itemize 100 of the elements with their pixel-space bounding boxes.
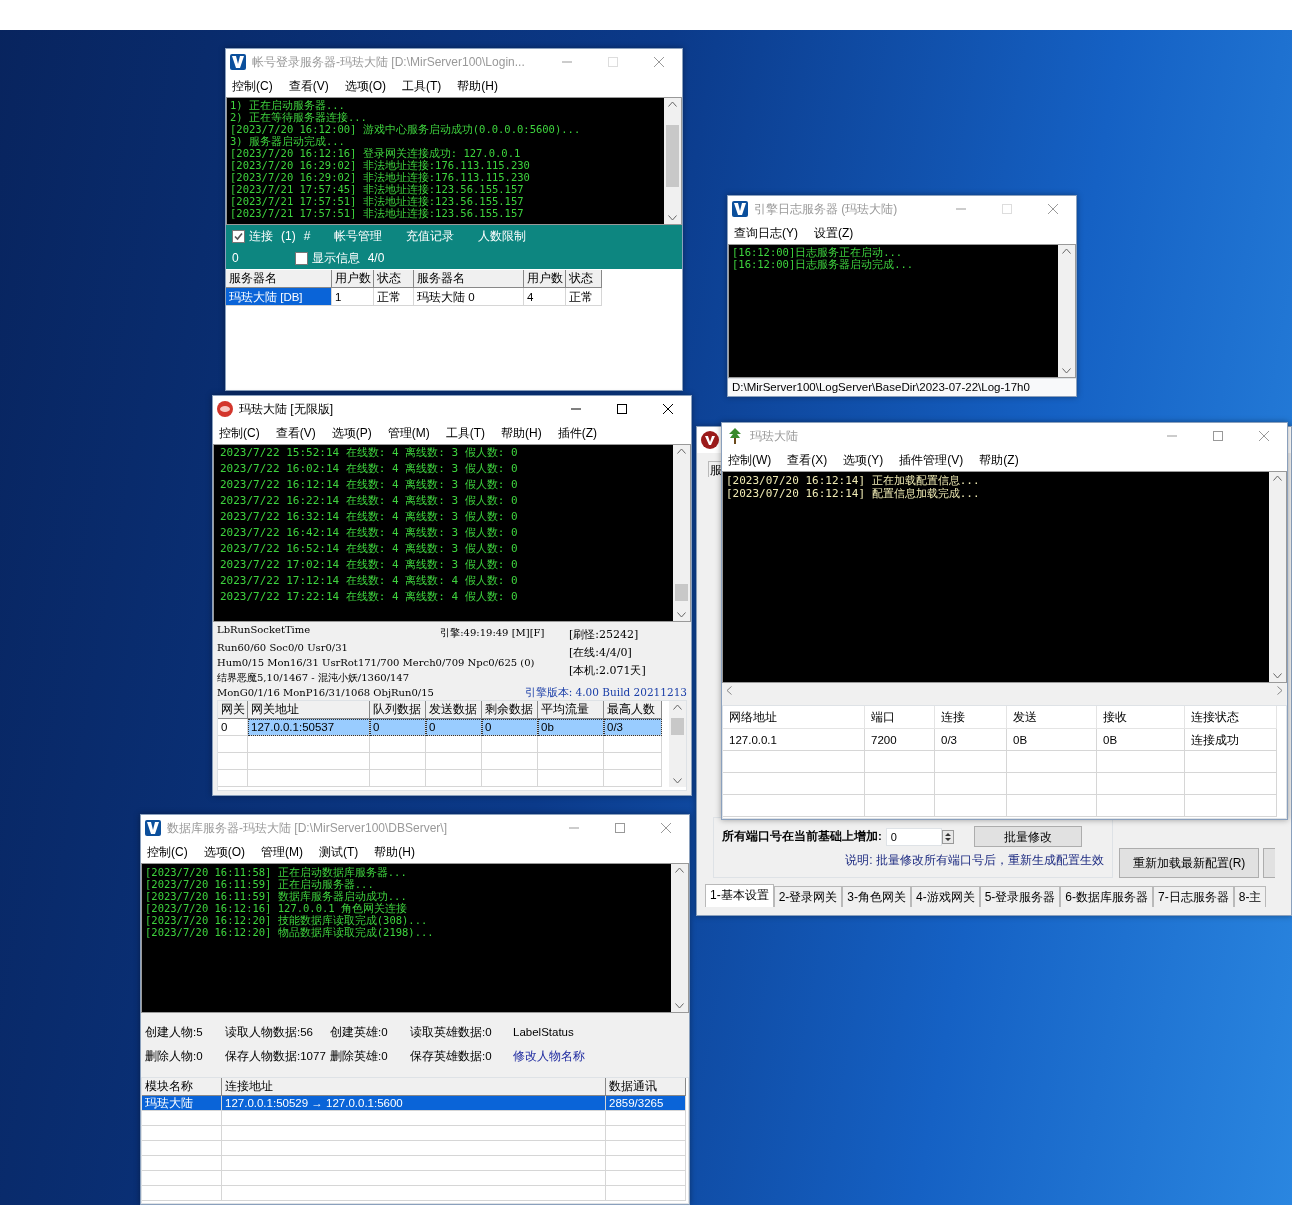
empty-table-cell [370, 753, 426, 770]
menu-item[interactable]: 帮助(H) [501, 424, 542, 442]
panel-link[interactable]: 人数限制 [478, 227, 527, 245]
empty-table-cell [604, 753, 662, 770]
menu-item[interactable]: 查询日志(Y) [734, 224, 798, 242]
scrollbar-thumb[interactable] [671, 718, 684, 735]
table-row[interactable]: 0 127.0.0.1:50537 0 0 0 0b 0/3 [218, 719, 669, 736]
tab[interactable]: 服 [708, 461, 722, 477]
menu-item[interactable]: 管理(M) [261, 843, 303, 861]
menu-item[interactable]: 查看(V) [275, 424, 316, 442]
column-header[interactable]: 端口 [865, 706, 935, 729]
horizontal-scrollbar[interactable] [722, 683, 1287, 697]
scrollbar-thumb[interactable] [666, 125, 679, 187]
tab[interactable]: 3-角色网关 [842, 886, 911, 907]
rename-link[interactable]: 修改人物名称 [513, 1048, 613, 1066]
column-header[interactable]: 平均流量 [538, 701, 604, 719]
menu-item[interactable]: 帮助(H) [374, 843, 415, 861]
column-header[interactable]: 连接状态 [1185, 706, 1277, 729]
button[interactable] [1263, 848, 1275, 878]
stat-label: 保存人物数据:1077 [225, 1049, 327, 1065]
column-header[interactable]: 最高人数 [604, 701, 662, 719]
tab[interactable]: 5-登录服务器 [979, 886, 1061, 907]
column-header[interactable]: 剩余数据 [482, 701, 538, 719]
panel-link[interactable]: 充值记录 [406, 227, 455, 245]
menu-item[interactable]: 查看(V) [288, 77, 329, 95]
column-header[interactable]: 发送 [1007, 706, 1097, 729]
tab[interactable]: 2-登录网关 [773, 886, 843, 907]
menu-item[interactable]: 控制(C) [232, 77, 273, 95]
log-line: 2023/7/22 16:22:14 在线数: 4 离线数: 3 假人数: 0 [220, 493, 519, 509]
log-line: [2023/7/20 16:11:58] 正在启动数据库服务器... [145, 866, 408, 878]
table-cell: 0B [1007, 729, 1097, 751]
empty-table-cell [538, 770, 604, 787]
column-header[interactable]: 网关 [218, 701, 248, 719]
close-icon [661, 823, 671, 833]
empty-table-cell [865, 773, 935, 795]
checkbox-label: 显示信息 [311, 250, 360, 267]
log-line: 2023/7/22 17:22:14 在线数: 4 离线数: 4 假人数: 0 [220, 589, 519, 605]
ratio-value: 4/0 [367, 250, 385, 267]
batch-modify-button[interactable]: 批量修改 [973, 826, 1082, 847]
tab[interactable]: 1-基本设置 [705, 884, 774, 907]
menu-item[interactable]: 设置(Z) [814, 224, 854, 242]
tab[interactable]: 6-数据库服务器 [1060, 886, 1154, 907]
column-header[interactable]: 队列数据 [370, 701, 426, 719]
note-text: 说明: 批量修改所有端口号后，重新生成配置生效 [844, 852, 1104, 869]
checkbox[interactable] [232, 229, 245, 243]
empty-table-cell [865, 751, 935, 773]
tab[interactable]: 4-游戏网关 [911, 886, 980, 907]
table-row[interactable]: 玛珐大陆 127.0.0.1:50529 → 127.0.0.1:5600 2859/3265 [142, 1096, 688, 1111]
column-header[interactable]: 连接地址 [222, 1078, 606, 1096]
connection-count: (1) [281, 228, 296, 245]
column-header[interactable]: 状态 [374, 270, 414, 288]
menu-item[interactable]: 插件(Z) [557, 424, 597, 442]
show-info-checkbox[interactable]: 显示信息 [294, 249, 360, 267]
column-header[interactable]: 发送数据 [426, 701, 482, 719]
circle-logo-icon [217, 401, 233, 417]
table-cell: 127.0.0.1 [723, 729, 865, 751]
menu-item[interactable]: 控制(C) [147, 843, 188, 861]
tab[interactable]: 7-日志服务器 [1153, 886, 1234, 907]
tab[interactable]: 8-主 [1233, 886, 1267, 907]
table-cell: 正常 [566, 288, 602, 306]
panel-link[interactable]: 帐号管理 [334, 227, 383, 245]
table-cell: 0b [538, 719, 604, 736]
menu-item[interactable]: 帮助(Z) [979, 451, 1019, 469]
menu-item[interactable]: 选项(Y) [843, 451, 884, 469]
log-line: [2023/7/20 16:11:59] 正在启动服务器... [145, 878, 375, 890]
column-header[interactable]: 服务器名 [414, 270, 524, 288]
column-header[interactable]: 数据通讯 [606, 1078, 686, 1096]
number-field[interactable]: 0 [885, 827, 942, 846]
scrollbar-thumb[interactable] [675, 584, 688, 601]
menu-item[interactable]: 测试(T) [319, 843, 359, 861]
menu-item[interactable]: 选项(P) [331, 424, 372, 442]
column-header[interactable]: 接收 [1097, 706, 1185, 729]
vertical-scrollbar[interactable] [669, 701, 686, 787]
column-header[interactable]: 连接 [935, 706, 1007, 729]
menu-item[interactable]: 查看(X) [787, 451, 828, 469]
menu-item[interactable]: 工具(T) [445, 424, 485, 442]
empty-table-cell [370, 770, 426, 787]
menu-item[interactable]: 帮助(H) [457, 77, 498, 95]
menu-item[interactable]: 控制(W) [728, 451, 772, 469]
column-header[interactable]: 状态 [566, 270, 602, 288]
menu-item[interactable]: 工具(T) [402, 77, 442, 95]
menu-item[interactable]: 控制(C) [219, 424, 260, 442]
menu-item[interactable]: 管理(M) [387, 424, 430, 442]
column-header[interactable]: 用户数 [524, 270, 566, 288]
column-header[interactable]: 网络地址 [723, 706, 865, 729]
empty-table-cell [935, 795, 1007, 817]
hash-label: # [303, 228, 311, 245]
checkbox[interactable] [294, 251, 308, 265]
table-row[interactable]: 127.0.0.1 7200 0/3 0B 0B 连接成功 [723, 729, 1286, 751]
menu-item[interactable]: 选项(O) [203, 843, 245, 861]
reload-config-button[interactable]: 重新加载最新配置(R) [1119, 848, 1259, 878]
menu-item[interactable]: 选项(O) [344, 77, 386, 95]
column-header[interactable]: 模块名称 [142, 1078, 222, 1096]
empty-table-cell [426, 770, 482, 787]
menu-item[interactable]: 插件管理(V) [899, 451, 964, 469]
connect-checkbox[interactable]: 连接 [232, 227, 273, 245]
table-row[interactable]: 玛珐大陆 [DB] 1 正常 玛珐大陆 0 4 正常 [226, 288, 682, 306]
column-header[interactable]: 用户数 [332, 270, 374, 288]
column-header[interactable]: 网关地址 [248, 701, 370, 719]
column-header[interactable]: 服务器名 [226, 270, 332, 288]
